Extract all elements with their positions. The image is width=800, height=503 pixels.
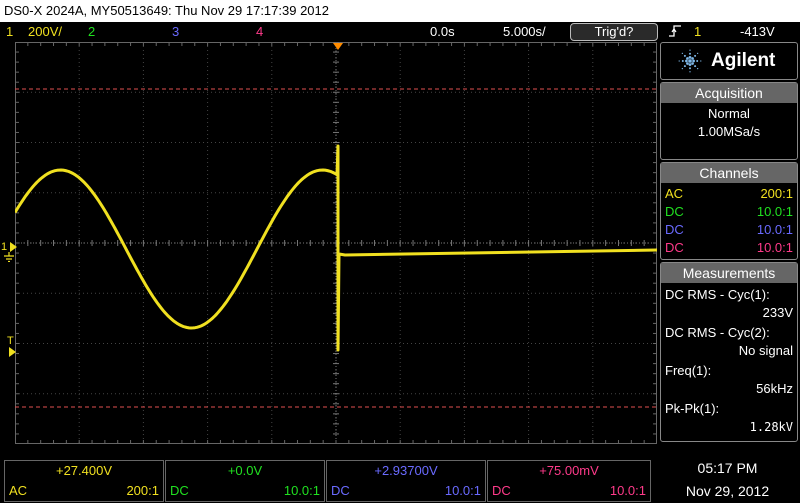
graticule xyxy=(15,42,657,444)
measurements-header: Measurements xyxy=(661,263,797,283)
ch4-bottom-probe: 10.0:1 xyxy=(609,483,646,498)
channels-header: Channels xyxy=(661,163,797,183)
agilent-spark-icon xyxy=(678,49,702,73)
measurements-box[interactable]: Measurements DC RMS - Cyc(1): 233V DC RM… xyxy=(660,262,798,442)
measurement-value-1: 233V xyxy=(762,305,793,320)
trigger-level-marker[interactable]: T xyxy=(7,336,14,347)
ch1-number[interactable]: 1 xyxy=(6,22,13,42)
trigger-level-arrow-icon xyxy=(9,347,16,357)
ch4-bottom-coupling: DC xyxy=(492,483,511,498)
ch3-bottom-coupling: DC xyxy=(331,483,350,498)
channel-row-2[interactable]: DC 10.0:1 xyxy=(661,203,797,221)
ch2-bottom-coupling: DC xyxy=(170,483,189,498)
ch3-offset: +2.93700V xyxy=(374,463,438,478)
channel-row-3[interactable]: DC 10.0:1 xyxy=(661,221,797,239)
ch1-offset: +27.400V xyxy=(55,463,113,478)
measurement-label-1: DC RMS - Cyc(1): xyxy=(665,287,770,302)
ch2-bottom-probe: 10.0:1 xyxy=(283,483,320,498)
ch1-waveform xyxy=(15,144,657,352)
ch1-coupling: AC xyxy=(665,186,684,201)
ch1-probe: 200:1 xyxy=(760,186,793,201)
ch3-bottom-probe: 10.0:1 xyxy=(444,483,481,498)
trigger-level[interactable]: -413V xyxy=(740,22,775,42)
measurement-value-3: 56kHz xyxy=(756,381,793,396)
trigger-position-marker[interactable] xyxy=(333,43,343,51)
scope-display[interactable] xyxy=(15,42,657,444)
ch3-coupling: DC xyxy=(665,222,684,237)
clock: 05:17 PM Nov 29, 2012 xyxy=(655,457,800,503)
measurement-value-2: No signal xyxy=(738,343,793,358)
ch2-offset: +0.0V xyxy=(227,463,263,478)
channel-row-4[interactable]: DC 10.0:1 xyxy=(661,239,797,257)
measurement-label-2: DC RMS - Cyc(2): xyxy=(665,325,770,340)
grid-lines xyxy=(15,42,657,444)
ch3-number[interactable]: 3 xyxy=(172,22,179,42)
ch4-coupling: DC xyxy=(665,240,684,255)
title-text: DS0-X 2024A, MY50513649: Thu Nov 29 17:1… xyxy=(4,3,329,18)
clock-date: Nov 29, 2012 xyxy=(685,483,770,499)
ch3-bottom-box[interactable]: +2.93700V DC 10.0:1 xyxy=(326,460,486,502)
clock-time: 05:17 PM xyxy=(697,460,758,476)
ch1-bottom-box[interactable]: +27.400V AC 200:1 xyxy=(4,460,164,502)
brand-box: Agilent xyxy=(660,42,798,80)
channels-box[interactable]: Channels AC 200:1 DC 10.0:1 DC 10.0:1 DC… xyxy=(660,162,798,260)
sample-rate: 1.00MSa/s xyxy=(697,124,761,139)
trigger-channel[interactable]: 1 xyxy=(694,22,701,42)
ch4-bottom-box[interactable]: +75.00mV DC 10.0:1 xyxy=(487,460,651,502)
ch2-bottom-box[interactable]: +0.0V DC 10.0:1 xyxy=(165,460,325,502)
timebase[interactable]: 5.000s/ xyxy=(503,22,546,42)
acquisition-header: Acquisition xyxy=(661,83,797,103)
ch3-probe: 10.0:1 xyxy=(756,222,793,237)
measurement-label-3: Freq(1): xyxy=(665,363,712,378)
ch1-scale[interactable]: 200V/ xyxy=(28,22,62,42)
channel-row-1[interactable]: AC 200:1 xyxy=(661,185,797,203)
title-bar: DS0-X 2024A, MY50513649: Thu Nov 29 17:1… xyxy=(0,0,800,22)
time-offset[interactable]: 0.0s xyxy=(430,22,455,42)
ch4-probe: 10.0:1 xyxy=(756,240,793,255)
bottom-bar: +27.400V AC 200:1 +0.0V DC 10.0:1 +2.93700… xyxy=(0,457,800,503)
ch2-number[interactable]: 2 xyxy=(88,22,95,42)
acquisition-box[interactable]: Acquisition Normal 1.00MSa/s xyxy=(660,82,798,160)
status-bar: 1 200V/ 2 3 4 0.0s 5.000s/ Trig'd? 1 -41… xyxy=(0,22,800,42)
ch1-bottom-coupling: AC xyxy=(9,483,28,498)
trigger-status-button[interactable]: Trig'd? xyxy=(570,23,658,41)
ch2-coupling: DC xyxy=(665,204,684,219)
acquisition-mode: Normal xyxy=(708,106,750,121)
brand-name: Agilent xyxy=(711,50,776,71)
measurement-label-4: Pk-Pk(1): xyxy=(665,401,720,416)
trigger-level-marker-label: T xyxy=(7,335,14,347)
measurement-value-4: 1.28kV xyxy=(749,420,793,434)
right-panel: Agilent Acquisition Normal 1.00MSa/s Cha… xyxy=(660,42,800,442)
ch4-offset: +75.00mV xyxy=(539,463,599,478)
ground-icon xyxy=(4,252,14,262)
ch4-number[interactable]: 4 xyxy=(256,22,263,42)
ch2-probe: 10.0:1 xyxy=(756,204,793,219)
ch1-bottom-probe: 200:1 xyxy=(126,483,159,498)
